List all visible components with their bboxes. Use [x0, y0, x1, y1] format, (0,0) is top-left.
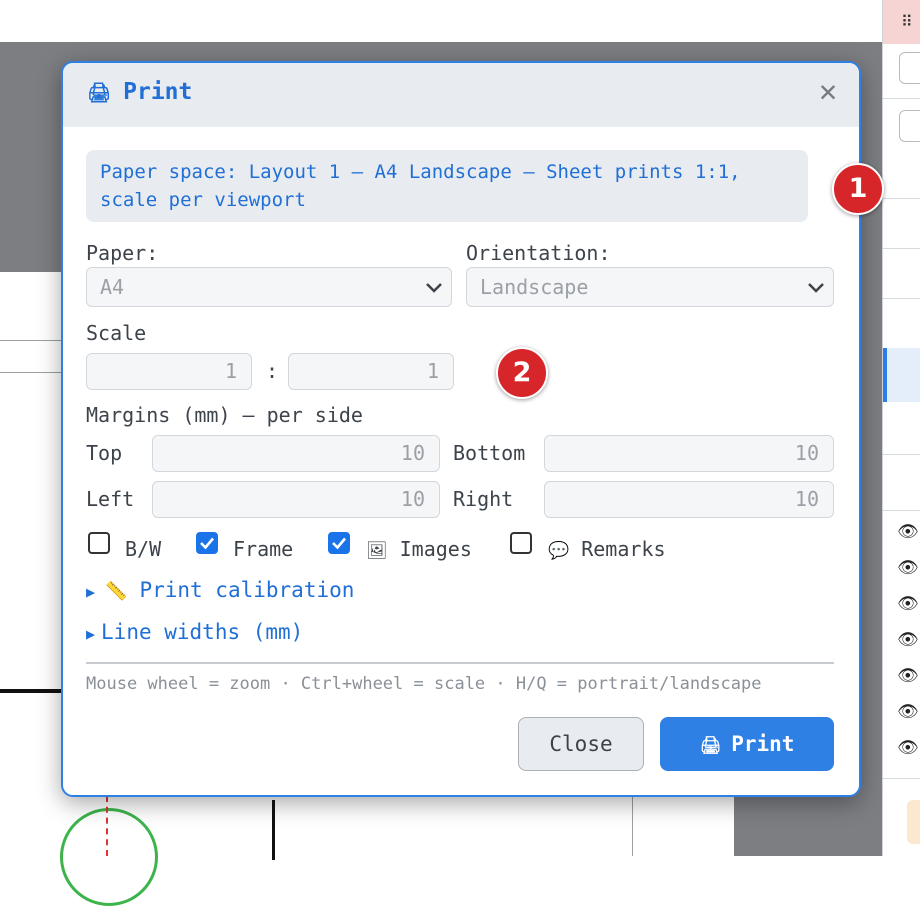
margin-bottom-input[interactable]: 10 — [544, 435, 834, 472]
printer-icon: 🖨 — [699, 736, 722, 756]
eye-icon[interactable]: 👁 — [897, 738, 919, 758]
orientation-select[interactable]: Landscape — [466, 267, 834, 307]
margin-right-label: Right — [453, 487, 514, 511]
info-banner: Paper space: Layout 1 – A4 Landscape – S… — [86, 150, 808, 222]
triangle-right-icon: ▶ — [86, 625, 96, 643]
eye-icon[interactable]: 👁 — [897, 522, 919, 542]
bw-checkbox[interactable] — [88, 532, 110, 554]
margin-top-label: Top — [86, 441, 123, 465]
eye-icon[interactable]: 👁 — [897, 702, 919, 722]
print-button[interactable]: 🖨 Print — [660, 717, 834, 771]
grip-icon[interactable]: ⠿ — [901, 12, 913, 31]
margin-left-label: Left — [86, 487, 135, 511]
step-badge-2: 2 — [496, 347, 548, 399]
close-button[interactable]: Close — [518, 717, 644, 771]
printer-icon: 🖨 — [87, 82, 112, 104]
line-widths-toggle[interactable]: ▶ Line widths (mm) — [86, 620, 303, 644]
orientation-label: Orientation: — [466, 241, 611, 265]
scale-separator: : — [266, 359, 279, 383]
step-badge-1: 1 — [832, 163, 884, 215]
margin-right-input[interactable]: 10 — [544, 481, 834, 518]
selected-layer[interactable] — [883, 348, 920, 402]
close-icon[interactable]: ✕ — [819, 75, 837, 109]
images-checkbox[interactable] — [328, 532, 350, 554]
layers-panel: ⠿ 👁 👁 👁 👁 👁 👁 👁 — [882, 0, 920, 856]
eye-icon[interactable]: 👁 — [897, 594, 919, 614]
picture-icon: 🖼 — [366, 541, 388, 561]
app-toolbar — [0, 0, 882, 42]
chevron-down-icon — [426, 283, 442, 293]
panel-header: ⠿ — [883, 0, 920, 44]
eye-icon[interactable]: 👁 — [897, 630, 919, 650]
remarks-label: 💬 Remarks — [548, 537, 666, 561]
circle-shape[interactable] — [60, 808, 158, 906]
remarks-checkbox[interactable] — [510, 532, 532, 554]
paper-select[interactable]: A4 — [86, 267, 452, 307]
margin-top-input[interactable]: 10 — [152, 435, 440, 472]
chevron-down-icon — [808, 283, 824, 293]
divider — [86, 662, 834, 664]
keyboard-hint: Mouse wheel = zoom · Ctrl+wheel = scale … — [86, 674, 762, 694]
eye-icon[interactable]: 👁 — [897, 558, 919, 578]
margins-label: Margins (mm) – per side — [86, 403, 363, 427]
search-button[interactable] — [899, 110, 920, 142]
speech-bubble-icon: 💬 — [548, 541, 570, 561]
triangle-right-icon: ▶ — [86, 583, 96, 601]
images-label: 🖼 Images — [366, 537, 472, 561]
dialog-header: 🖨 Print ✕ — [63, 63, 859, 127]
scale-label: Scale — [86, 321, 147, 345]
scale-right-input[interactable]: 1 — [288, 353, 454, 390]
margin-left-input[interactable]: 10 — [152, 481, 440, 518]
frame-checkbox[interactable] — [196, 532, 218, 554]
margin-bottom-label: Bottom — [453, 441, 526, 465]
panel-footer-chip[interactable] — [907, 800, 920, 844]
frame-label: Frame — [233, 537, 294, 561]
scale-left-input[interactable]: 1 — [86, 353, 252, 390]
axis-line — [106, 796, 108, 856]
eye-icon[interactable]: 👁 — [897, 666, 919, 686]
bw-label: B/W — [125, 537, 162, 561]
dialog-title: 🖨 Print — [87, 79, 193, 105]
panel-button[interactable] — [899, 52, 920, 84]
print-dialog: 🖨 Print ✕ Paper space: Layout 1 – A4 Land… — [61, 61, 861, 797]
ruler-icon: 📏 — [105, 581, 128, 602]
print-calibration-toggle[interactable]: ▶ 📏 Print calibration — [86, 578, 354, 602]
paper-label: Paper: — [86, 241, 159, 265]
